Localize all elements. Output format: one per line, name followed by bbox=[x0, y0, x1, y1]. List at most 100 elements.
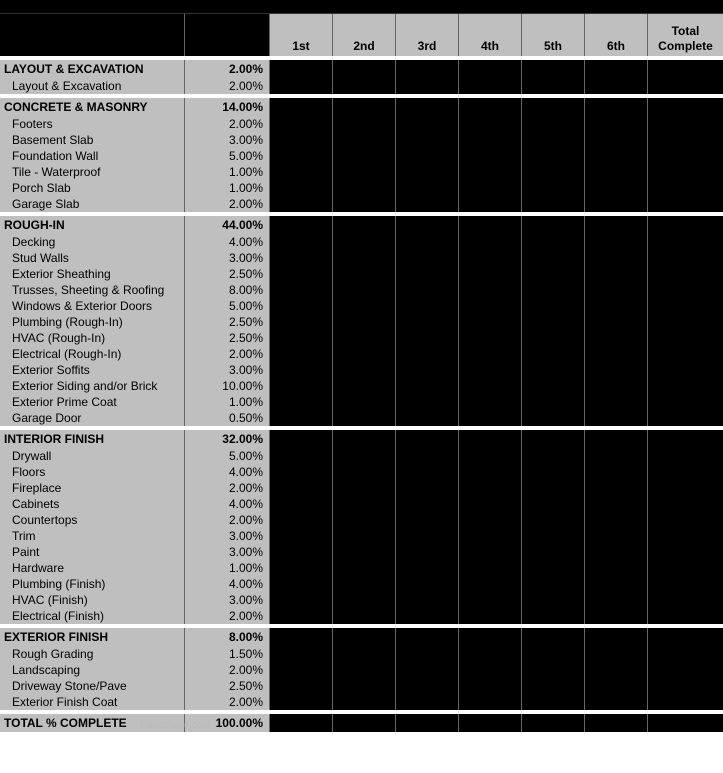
period-cell[interactable] bbox=[333, 628, 396, 646]
period-cell[interactable] bbox=[333, 196, 396, 212]
period-cell[interactable] bbox=[396, 662, 459, 678]
period-cell[interactable] bbox=[459, 314, 522, 330]
period-cell[interactable] bbox=[522, 148, 585, 164]
period-cell[interactable] bbox=[270, 480, 333, 496]
period-cell[interactable] bbox=[522, 464, 585, 480]
period-cell[interactable] bbox=[522, 512, 585, 528]
total-period-cell[interactable] bbox=[333, 714, 396, 732]
period-cell[interactable] bbox=[522, 576, 585, 592]
period-cell[interactable] bbox=[585, 646, 648, 662]
period-cell[interactable] bbox=[459, 662, 522, 678]
period-cell[interactable] bbox=[522, 180, 585, 196]
period-cell[interactable] bbox=[270, 362, 333, 378]
period-cell[interactable] bbox=[459, 346, 522, 362]
period-cell[interactable] bbox=[585, 496, 648, 512]
row-total-cell[interactable] bbox=[648, 116, 723, 132]
period-cell[interactable] bbox=[396, 164, 459, 180]
row-total-cell[interactable] bbox=[648, 576, 723, 592]
period-cell[interactable] bbox=[585, 480, 648, 496]
row-total-cell[interactable] bbox=[648, 378, 723, 394]
period-cell[interactable] bbox=[270, 544, 333, 560]
period-cell[interactable] bbox=[522, 662, 585, 678]
period-cell[interactable] bbox=[585, 378, 648, 394]
period-cell[interactable] bbox=[333, 646, 396, 662]
period-cell[interactable] bbox=[522, 394, 585, 410]
period-cell[interactable] bbox=[522, 266, 585, 282]
period-cell[interactable] bbox=[333, 346, 396, 362]
period-cell[interactable] bbox=[459, 116, 522, 132]
period-cell[interactable] bbox=[333, 496, 396, 512]
period-cell[interactable] bbox=[522, 98, 585, 116]
period-cell[interactable] bbox=[396, 378, 459, 394]
row-total-cell[interactable] bbox=[648, 148, 723, 164]
period-cell[interactable] bbox=[459, 646, 522, 662]
period-cell[interactable] bbox=[270, 78, 333, 94]
period-cell[interactable] bbox=[333, 216, 396, 234]
period-cell[interactable] bbox=[522, 592, 585, 608]
row-total-cell[interactable] bbox=[648, 298, 723, 314]
period-cell[interactable] bbox=[459, 78, 522, 94]
period-cell[interactable] bbox=[396, 330, 459, 346]
period-cell[interactable] bbox=[396, 544, 459, 560]
period-cell[interactable] bbox=[459, 480, 522, 496]
period-cell[interactable] bbox=[522, 608, 585, 624]
period-cell[interactable] bbox=[522, 250, 585, 266]
period-cell[interactable] bbox=[270, 646, 333, 662]
period-cell[interactable] bbox=[585, 346, 648, 362]
period-cell[interactable] bbox=[396, 78, 459, 94]
period-cell[interactable] bbox=[270, 164, 333, 180]
period-cell[interactable] bbox=[522, 78, 585, 94]
period-cell[interactable] bbox=[585, 298, 648, 314]
period-cell[interactable] bbox=[585, 282, 648, 298]
period-cell[interactable] bbox=[396, 430, 459, 448]
row-total-cell[interactable] bbox=[648, 234, 723, 250]
period-cell[interactable] bbox=[522, 560, 585, 576]
period-cell[interactable] bbox=[396, 116, 459, 132]
period-cell[interactable] bbox=[459, 528, 522, 544]
period-cell[interactable] bbox=[333, 132, 396, 148]
period-cell[interactable] bbox=[522, 410, 585, 426]
period-cell[interactable] bbox=[459, 148, 522, 164]
period-cell[interactable] bbox=[459, 394, 522, 410]
period-cell[interactable] bbox=[396, 576, 459, 592]
period-cell[interactable] bbox=[459, 628, 522, 646]
period-cell[interactable] bbox=[333, 234, 396, 250]
row-total-cell[interactable] bbox=[648, 132, 723, 148]
row-total-cell[interactable] bbox=[648, 394, 723, 410]
row-total-cell[interactable] bbox=[648, 646, 723, 662]
period-cell[interactable] bbox=[270, 148, 333, 164]
period-cell[interactable] bbox=[270, 394, 333, 410]
period-cell[interactable] bbox=[396, 496, 459, 512]
period-cell[interactable] bbox=[333, 560, 396, 576]
row-total-cell[interactable] bbox=[648, 410, 723, 426]
period-cell[interactable] bbox=[270, 592, 333, 608]
period-cell[interactable] bbox=[585, 362, 648, 378]
period-cell[interactable] bbox=[459, 266, 522, 282]
period-cell[interactable] bbox=[333, 266, 396, 282]
total-period-cell[interactable] bbox=[459, 714, 522, 732]
row-total-cell[interactable] bbox=[648, 480, 723, 496]
period-cell[interactable] bbox=[396, 628, 459, 646]
period-cell[interactable] bbox=[270, 528, 333, 544]
period-cell[interactable] bbox=[270, 628, 333, 646]
period-cell[interactable] bbox=[270, 314, 333, 330]
period-cell[interactable] bbox=[396, 362, 459, 378]
period-cell[interactable] bbox=[522, 196, 585, 212]
period-cell[interactable] bbox=[585, 544, 648, 560]
period-cell[interactable] bbox=[459, 678, 522, 694]
period-cell[interactable] bbox=[585, 608, 648, 624]
row-total-cell[interactable] bbox=[648, 678, 723, 694]
period-cell[interactable] bbox=[459, 132, 522, 148]
period-cell[interactable] bbox=[585, 250, 648, 266]
row-total-cell[interactable] bbox=[648, 314, 723, 330]
total-complete-cell[interactable] bbox=[648, 714, 723, 732]
period-cell[interactable] bbox=[396, 298, 459, 314]
row-total-cell[interactable] bbox=[648, 496, 723, 512]
period-cell[interactable] bbox=[396, 592, 459, 608]
period-cell[interactable] bbox=[459, 448, 522, 464]
period-cell[interactable] bbox=[585, 528, 648, 544]
period-cell[interactable] bbox=[459, 98, 522, 116]
period-cell[interactable] bbox=[396, 678, 459, 694]
period-cell[interactable] bbox=[333, 330, 396, 346]
row-total-cell[interactable] bbox=[648, 266, 723, 282]
